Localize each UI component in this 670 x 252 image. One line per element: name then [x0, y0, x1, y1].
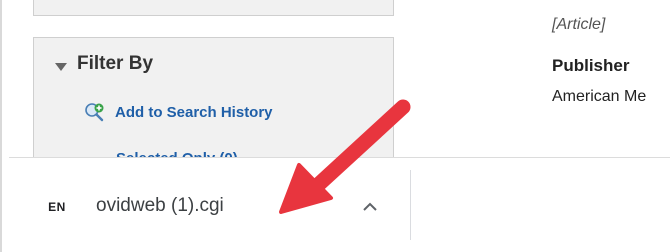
article-type-label: [Article]	[552, 16, 606, 33]
download-divider	[410, 170, 411, 240]
add-to-search-history-label: Add to Search History	[115, 103, 273, 121]
filter-title: Filter By	[77, 53, 154, 74]
download-item[interactable]: EN ovidweb (1).cgi	[9, 158, 410, 252]
download-bar: EN ovidweb (1).cgi	[9, 157, 670, 252]
sidebar-top-panel	[33, 0, 394, 16]
publisher-value: American Me	[552, 88, 647, 105]
download-file-name: ovidweb (1).cgi	[96, 195, 224, 216]
magnifier-plus-icon	[84, 102, 106, 122]
collapse-triangle-icon	[55, 62, 67, 71]
chevron-up-icon[interactable]	[359, 196, 381, 218]
filter-panel: Filter By Add to Search History Selected…	[33, 37, 394, 177]
publisher-heading: Publisher	[552, 56, 630, 75]
page: Filter By Add to Search History Selected…	[0, 0, 670, 252]
add-to-search-history-link[interactable]: Add to Search History	[84, 102, 273, 122]
file-type-icon: EN	[48, 200, 66, 214]
left-border	[0, 0, 2, 252]
filter-toggle[interactable]: Filter By	[55, 53, 153, 75]
